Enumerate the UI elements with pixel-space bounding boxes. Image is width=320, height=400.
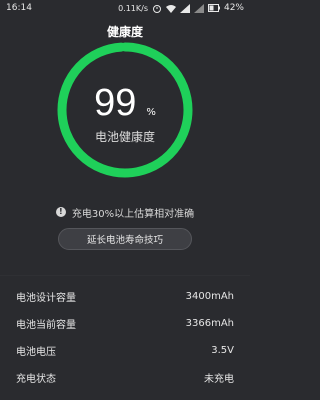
health-score-unit: % xyxy=(146,107,156,118)
info-value: 3.5V xyxy=(211,345,234,356)
info-label: 充电状态 xyxy=(16,374,56,385)
info-label: 电池当前容量 xyxy=(16,320,76,331)
signal-icon xyxy=(179,3,190,13)
info-value: 未充电 xyxy=(204,374,234,385)
info-row-charging-status: 充电状态 未充电 xyxy=(0,364,250,391)
info-icon: ! xyxy=(55,207,66,217)
network-speed: 0.11K/s xyxy=(118,3,148,13)
wifi-icon xyxy=(165,4,176,13)
score-wrap: 99 % xyxy=(55,82,195,122)
page-title: 健康度 xyxy=(106,24,143,39)
health-score: 99 xyxy=(94,82,137,124)
status-time: 16:14 xyxy=(6,3,32,13)
info-label: 电池设计容量 xyxy=(16,293,76,304)
battery-tips-button[interactable]: 延长电池寿命技巧 xyxy=(58,228,192,250)
accuracy-hint: ! 充电30%以上估算相对准确 xyxy=(0,205,250,220)
info-row-current-capacity: 电池当前容量 3366mAh xyxy=(0,310,250,337)
battery-percent: 42% xyxy=(223,3,244,13)
info-row-design-capacity: 电池设计容量 3400mAh xyxy=(0,283,250,310)
alarm-icon xyxy=(152,4,161,13)
divider xyxy=(0,275,250,276)
info-label: 电池电压 xyxy=(16,347,56,358)
battery-tips-label: 延长电池寿命技巧 xyxy=(86,235,163,246)
status-right: 0.11K/s 42% xyxy=(118,3,244,13)
status-bar: 16:14 0.11K/s 42% xyxy=(0,0,250,16)
info-value: 3400mAh xyxy=(185,291,234,302)
battery-icon xyxy=(207,4,220,12)
info-row-voltage: 电池电压 3.5V xyxy=(0,337,250,364)
hint-text: 充电30%以上估算相对准确 xyxy=(71,208,195,220)
info-value: 3366mAh xyxy=(185,318,234,329)
health-label: 电池健康度 xyxy=(94,130,155,144)
battery-info-list: 电池设计容量 3400mAh 电池当前容量 3366mAh 电池电压 3.5V … xyxy=(0,283,250,391)
signal-2-icon xyxy=(193,3,204,13)
health-gauge: 99 % 电池健康度 xyxy=(55,40,195,180)
